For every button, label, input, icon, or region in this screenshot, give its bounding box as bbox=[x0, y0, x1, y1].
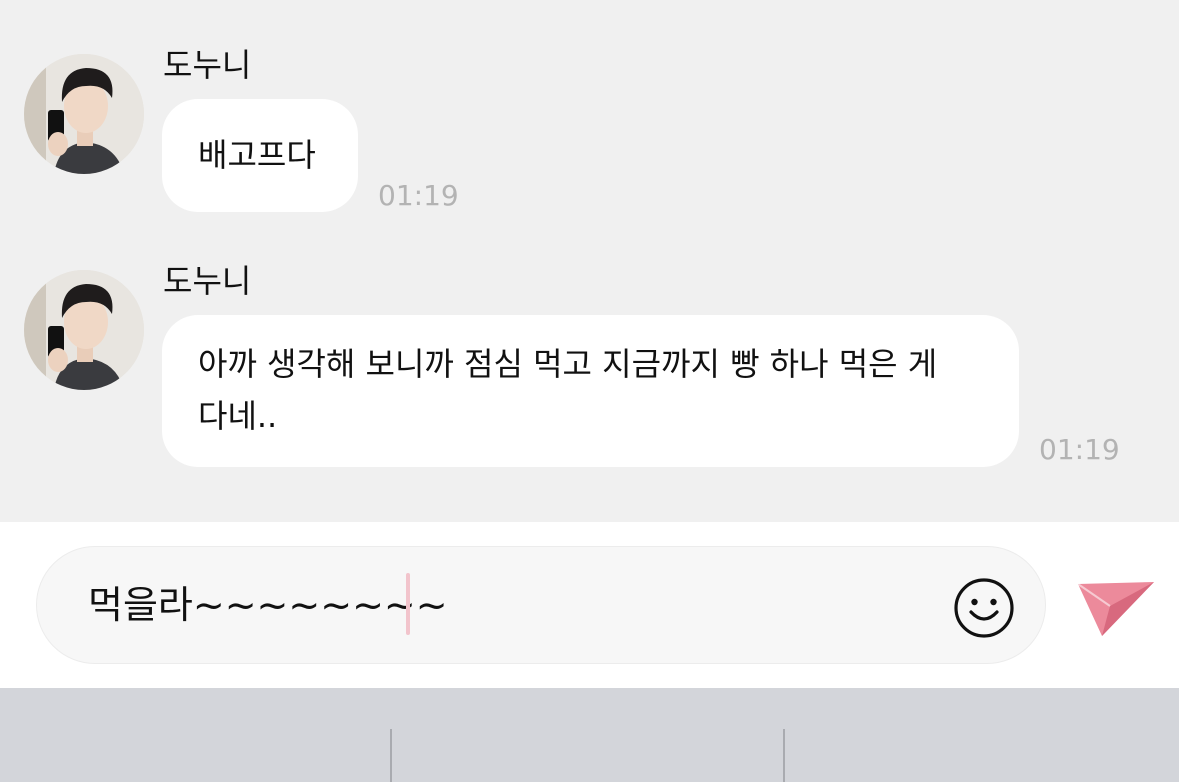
send-button[interactable] bbox=[1076, 576, 1156, 638]
chat-area[interactable]: 도누니 배고프다 01:19 도누니 아까 생각해 보니까 점심 먹고 지금까지… bbox=[0, 0, 1179, 522]
message-bubble[interactable]: 아까 생각해 보니까 점심 먹고 지금까지 빵 하나 먹은 게 다네.. bbox=[162, 315, 1019, 467]
avatar[interactable] bbox=[24, 270, 144, 390]
message-bubble[interactable]: 배고프다 bbox=[162, 99, 358, 212]
paper-plane-icon bbox=[1077, 582, 1154, 636]
profile-photo bbox=[24, 54, 144, 174]
profile-photo bbox=[24, 270, 144, 390]
message-text-line: 다네.. bbox=[198, 397, 278, 435]
message-text-line: 아까 생각해 보니까 점심 먹고 지금까지 빵 하나 먹은 게 bbox=[198, 345, 938, 383]
avatar[interactable] bbox=[24, 54, 144, 174]
message-input-text[interactable]: 먹을라~~~~~~~~ bbox=[88, 582, 448, 628]
sender-name: 도누니 bbox=[163, 262, 252, 300]
sender-name: 도누니 bbox=[163, 46, 252, 84]
keyboard-area[interactable] bbox=[0, 688, 1179, 782]
message-time: 01:19 bbox=[1039, 433, 1120, 466]
keyboard-divider bbox=[783, 729, 785, 782]
message-text: 배고프다 bbox=[198, 136, 316, 174]
message-time: 01:19 bbox=[378, 179, 459, 212]
smiley-icon bbox=[954, 578, 1014, 638]
keyboard-divider bbox=[390, 729, 392, 782]
emoji-button[interactable] bbox=[953, 577, 1015, 639]
text-caret bbox=[406, 573, 410, 635]
